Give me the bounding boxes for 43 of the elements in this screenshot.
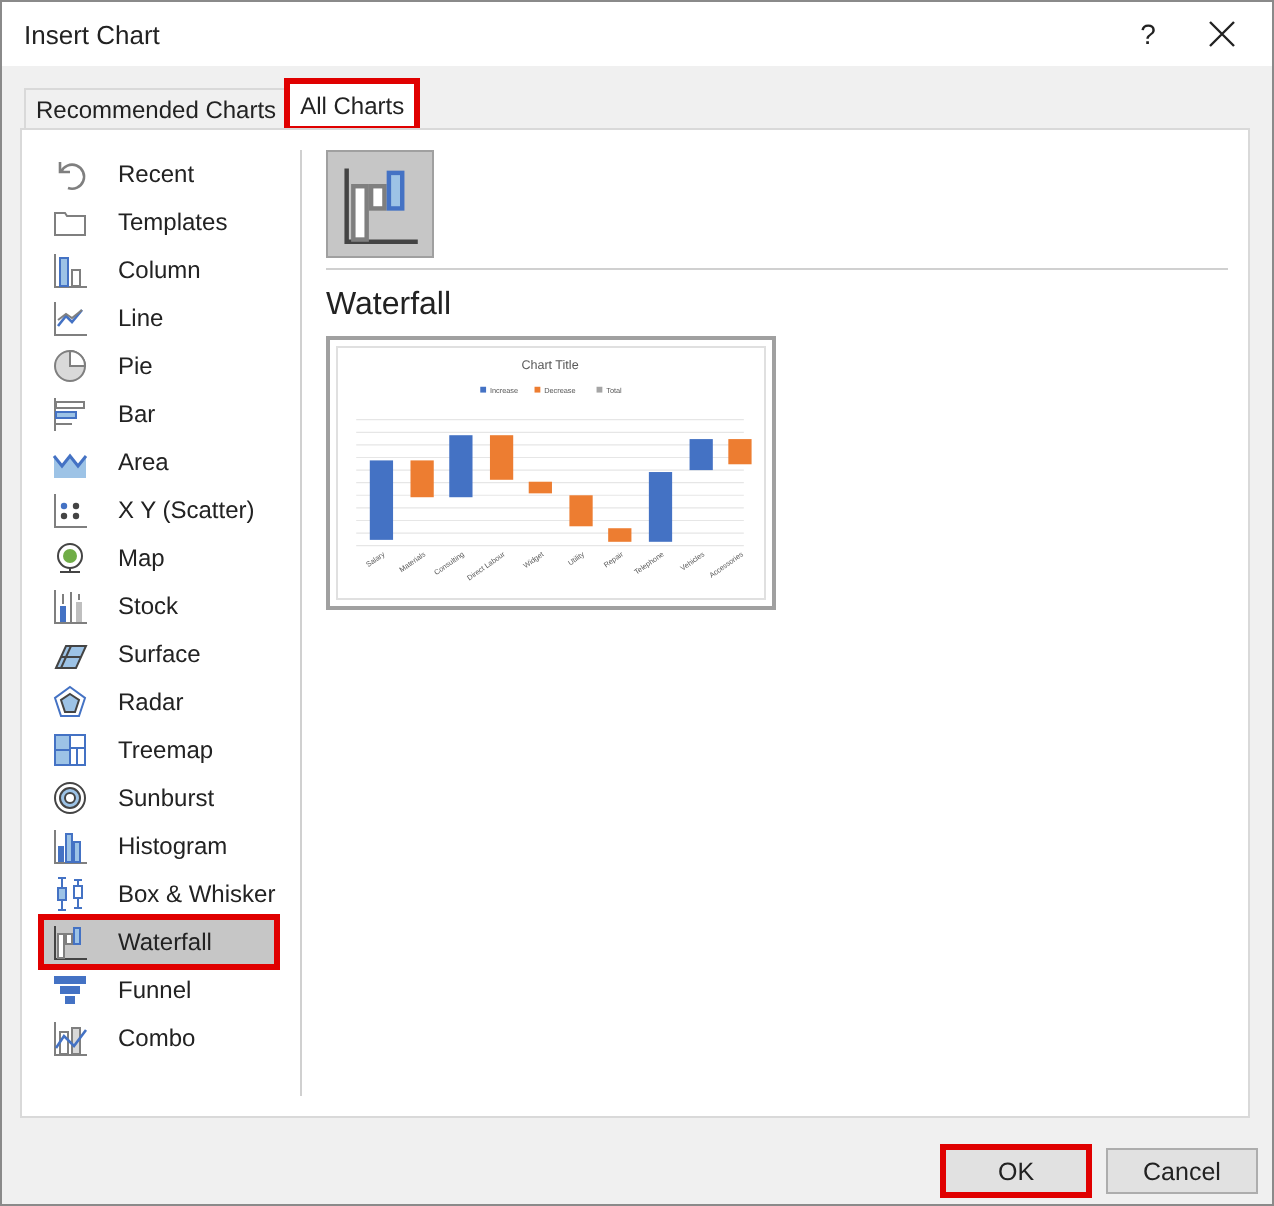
ok-button[interactable]: OK <box>944 1148 1088 1194</box>
box-whisker-icon <box>52 876 88 912</box>
window-title: Insert Chart <box>24 19 162 49</box>
sidebar-item[interactable]: Box & Whisker <box>42 870 270 918</box>
sunburst-icon <box>52 780 88 816</box>
sidebar-item[interactable]: Sunburst <box>42 774 270 822</box>
sidebar-item[interactable]: Treemap <box>42 726 270 774</box>
scatter-chart-icon <box>52 492 88 528</box>
sidebar-item[interactable]: X Y (Scatter) <box>42 486 270 534</box>
sidebar-item[interactable]: Recent <box>42 150 270 198</box>
sidebar-item[interactable]: Column <box>42 246 270 294</box>
sidebar-item[interactable]: Stock <box>42 582 270 630</box>
help-button[interactable]: ? <box>1108 18 1188 50</box>
sidebar-item[interactable]: Waterfall <box>42 918 276 966</box>
chart-subtype[interactable] <box>326 150 434 258</box>
sidebar-item[interactable]: Histogram <box>42 822 270 870</box>
chart-type-heading: Waterfall <box>326 288 454 324</box>
sidebar-item[interactable]: Combo <box>42 1014 270 1062</box>
stock-chart-icon <box>52 588 88 624</box>
sidebar-item[interactable]: Pie <box>42 342 270 390</box>
sidebar-item[interactable]: Radar <box>42 678 270 726</box>
sidebar-item[interactable]: Bar <box>42 390 270 438</box>
tab[interactable]: Recommended Charts <box>24 88 289 128</box>
globe-icon <box>52 540 88 576</box>
close-icon[interactable] <box>1208 20 1236 48</box>
funnel-chart-icon <box>52 972 88 1008</box>
sidebar-item[interactable]: Templates <box>42 198 270 246</box>
column-chart-icon <box>52 252 88 288</box>
combo-chart-icon <box>52 1020 88 1056</box>
sidebar-item[interactable]: Funnel <box>42 966 270 1014</box>
sidebar-item[interactable]: Area <box>42 438 270 486</box>
cancel-button[interactable]: Cancel <box>1106 1148 1258 1194</box>
sidebar-item[interactable]: Surface <box>42 630 270 678</box>
sidebar-item[interactable]: Map <box>42 534 270 582</box>
pie-chart-icon <box>52 348 88 384</box>
bar-chart-icon <box>52 396 88 432</box>
line-chart-icon <box>52 300 88 336</box>
radar-chart-icon <box>52 684 88 720</box>
histogram-icon <box>52 828 88 864</box>
treemap-icon <box>52 732 88 768</box>
waterfall-chart-icon <box>52 924 88 960</box>
tab[interactable]: All Charts <box>288 82 417 128</box>
sidebar-item[interactable]: Line <box>42 294 270 342</box>
